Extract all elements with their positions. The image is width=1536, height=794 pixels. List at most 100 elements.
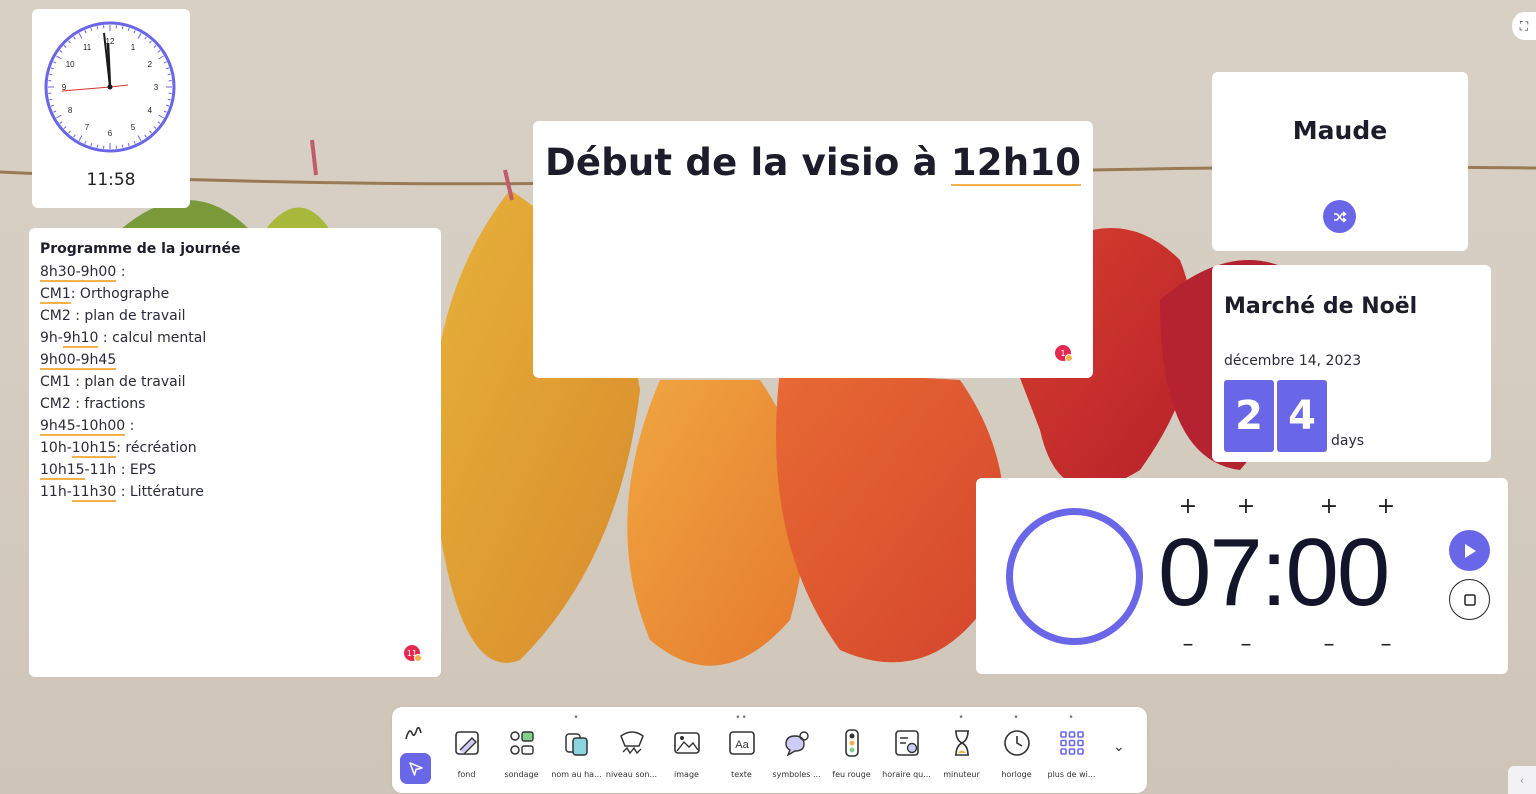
analog-clock: 121234567891011 xyxy=(44,21,176,153)
programme-line: 10h-10h15: récréation xyxy=(40,440,197,458)
grid-icon xyxy=(1054,725,1090,761)
decrement-seconds-units[interactable]: – xyxy=(1376,632,1396,657)
programme-line: 9h00-9h45 xyxy=(40,349,430,371)
clock-number: 11 xyxy=(83,43,92,52)
timer-progress-ring xyxy=(1006,508,1143,645)
toolbar-tool[interactable]: image xyxy=(659,725,714,779)
programme-line: 9h-9h10 : calcul mental xyxy=(40,330,207,348)
stop-icon xyxy=(1463,593,1476,606)
clock-icon xyxy=(999,725,1035,761)
fullscreen-icon: ⛶ xyxy=(1519,18,1529,33)
tool-indicator: • xyxy=(573,713,580,723)
toolbar-tool[interactable]: feu rouge xyxy=(824,725,879,779)
underlined-text: 10h15 xyxy=(40,462,85,480)
clock-number: 5 xyxy=(131,123,136,132)
cursor-icon xyxy=(408,761,423,776)
programme-line: 8h30-9h00 : xyxy=(40,264,126,282)
event-title: Marché de Noël xyxy=(1224,294,1418,319)
underlined-text: 11h30 xyxy=(71,484,117,502)
programme-title: Programme de la journée xyxy=(40,241,241,257)
countdown-widget[interactable]: Marché de Noël décembre 14, 2023 2 4 day… xyxy=(1212,265,1491,462)
toolbar-tool[interactable]: fond xyxy=(439,725,494,779)
symbols-icon xyxy=(779,725,815,761)
toolbar-tool[interactable]: symboles ... xyxy=(769,725,824,779)
toolbar-tool[interactable]: sondage xyxy=(494,725,549,779)
underlined-text: CM1 xyxy=(40,286,71,304)
decrement-minutes-tens[interactable]: – xyxy=(1178,632,1198,657)
visio-note[interactable]: Début de la visio à 12h10 1 xyxy=(533,121,1093,378)
underlined-text: 9h00-9h45 xyxy=(40,352,117,370)
programme-line: CM2 : fractions xyxy=(40,396,146,412)
poll-icon xyxy=(504,725,540,761)
increment-seconds-tens[interactable]: + xyxy=(1319,494,1339,519)
tool-label: texte xyxy=(731,770,752,779)
decrement-seconds-tens[interactable]: – xyxy=(1319,632,1339,657)
text-icon: Aa xyxy=(724,725,760,761)
svg-text:Aa: Aa xyxy=(735,739,749,751)
programme-line: CM2 : plan de travail xyxy=(40,308,186,324)
underlined-text: 8h30-9h00 xyxy=(40,264,117,282)
programme-line: 9h45-10h00 : xyxy=(40,418,135,436)
toolbar-tool[interactable]: niveau son... xyxy=(604,725,659,779)
toolbar-tool[interactable]: horaire qu... xyxy=(879,725,934,779)
clock-number: 4 xyxy=(148,106,153,115)
tool-indicator: • xyxy=(958,713,965,723)
picked-name: Maude xyxy=(1292,116,1388,145)
draw-tool[interactable] xyxy=(404,723,428,743)
underlined-text: 10h15 xyxy=(71,440,117,458)
programme-note[interactable]: Programme de la journée 8h30-9h00 : CM1: … xyxy=(29,228,441,677)
toolbar-tool[interactable]: •• Aa texte xyxy=(714,713,769,779)
digital-time: 11:58 xyxy=(86,170,136,190)
chevron-down-icon[interactable]: ⌄ xyxy=(1113,739,1125,755)
collaborator-badge[interactable]: 11 xyxy=(404,645,422,662)
random-name-icon xyxy=(559,725,595,761)
collaborator-badge[interactable]: 1 xyxy=(1055,345,1073,362)
fullscreen-button[interactable]: ⛶ xyxy=(1512,12,1536,40)
tool-label: horaire qu... xyxy=(882,770,931,779)
tool-label: sondage xyxy=(504,770,539,779)
programme-line: 10h15-11h : EPS xyxy=(40,462,157,480)
tool-label: nom au ha... xyxy=(551,770,602,779)
background-icon xyxy=(449,725,485,761)
tool-label: feu rouge xyxy=(832,770,871,779)
increment-seconds-units[interactable]: + xyxy=(1376,494,1396,519)
sound-level-icon xyxy=(614,725,650,761)
tool-label: minuteur xyxy=(943,770,980,779)
underlined-text: 9h45-10h00 xyxy=(40,418,126,436)
pen-icon xyxy=(405,726,422,740)
tool-label: niveau son... xyxy=(605,770,658,779)
clock-widget[interactable]: 12 1 2 3 4 5 6 7 8 9 10 11 11:58 xyxy=(32,9,190,208)
increment-minutes-tens[interactable]: + xyxy=(1178,494,1198,519)
random-name-widget[interactable]: Maude xyxy=(1212,72,1468,251)
tool-indicator: • xyxy=(1013,713,1020,723)
stop-button[interactable] xyxy=(1449,579,1490,620)
increment-minutes-units[interactable]: + xyxy=(1236,494,1256,519)
decrement-minutes-units[interactable]: – xyxy=(1236,632,1256,657)
toolbar-tool[interactable]: • nom au ha... xyxy=(549,713,604,779)
tool-indicator: • xyxy=(1068,713,1075,723)
chevron-left-icon: ‹ xyxy=(1519,773,1525,787)
widget-toolbar: fond sondage • nom au ha... niveau son... ima… xyxy=(392,707,1147,793)
play-button[interactable] xyxy=(1449,530,1490,571)
programme-lines: 8h30-9h00 : CM1: Orthographe CM2 : plan de… xyxy=(40,261,430,503)
clock-number: 7 xyxy=(85,123,90,132)
tool-label: horloge xyxy=(1001,770,1032,779)
shuffle-button[interactable] xyxy=(1323,200,1356,233)
tool-label: symboles ... xyxy=(772,770,821,779)
toolbar-tool[interactable]: • minuteur xyxy=(934,713,989,779)
countdown-unit: days xyxy=(1331,433,1365,449)
programme-line: 11h-11h30 : Littérature xyxy=(40,484,204,502)
toolbar-tool[interactable]: • horloge xyxy=(989,713,1044,779)
clock-number: 2 xyxy=(148,60,153,69)
hourglass-icon xyxy=(944,725,980,761)
visio-heading: Début de la visio à 12h10 xyxy=(545,141,1082,186)
collapse-sidebar-button[interactable]: ‹ xyxy=(1508,766,1536,794)
shuffle-icon xyxy=(1333,210,1347,223)
traffic-light-icon xyxy=(834,725,870,761)
event-date: décembre 14, 2023 xyxy=(1224,353,1362,369)
tool-label: image xyxy=(674,770,699,779)
select-tool[interactable] xyxy=(400,753,431,784)
timer-widget[interactable]: 07:00 + + + + – – – – xyxy=(976,478,1508,674)
clock-number: 10 xyxy=(66,60,75,69)
toolbar-tool[interactable]: • plus de wi... xyxy=(1044,713,1099,779)
